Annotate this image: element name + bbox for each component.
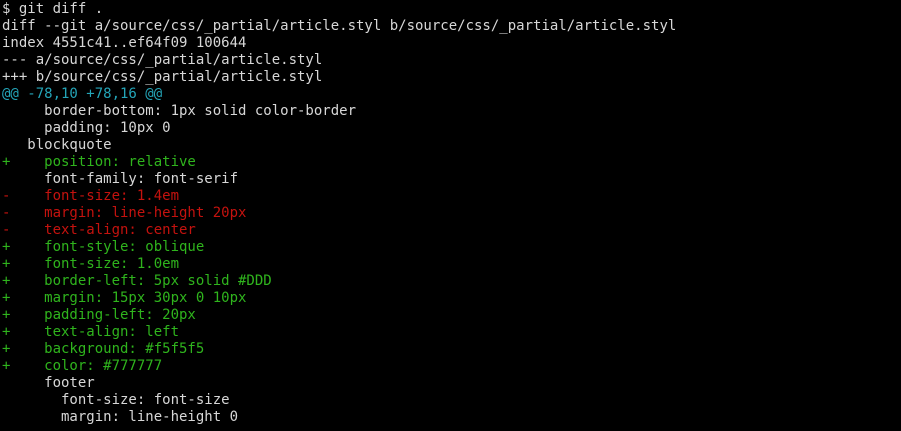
diff-context-line: padding: 10px 0 [2,120,171,136]
diff-added-line: + font-size: 1.0em [2,256,180,272]
diff-added-line: + border-left: 5px solid #DDD [2,273,272,289]
diff-added-line: + color: #777777 [2,358,163,374]
diff-context-line: footer [2,375,95,391]
diff-new-file-line: +++ b/source/css/_partial/article.styl [2,69,323,85]
diff-added-line: + font-style: oblique [2,239,205,255]
diff-context-line: border-bottom: 1px solid color-border [2,103,357,119]
terminal-window[interactable]: $ git diff . diff --git a/source/css/_pa… [0,0,901,431]
diff-added-line: + background: #f5f5f5 [2,341,205,357]
diff-context-line: font-family: font-serif [2,171,239,187]
diff-header-line: diff --git a/source/css/_partial/article… [2,18,677,34]
diff-removed-line: - margin: line-height 20px [2,205,247,221]
diff-context-line: blockquote [2,137,112,153]
diff-hunk-header: @@ -78,10 +78,16 @@ [2,86,163,102]
command-line: $ git diff . [2,1,104,17]
diff-removed-line: - text-align: center [2,222,196,238]
diff-added-line: + padding-left: 20px [2,307,196,323]
diff-added-line: + text-align: left [2,324,180,340]
diff-added-line: + margin: 15px 30px 0 10px [2,290,247,306]
diff-old-file-line: --- a/source/css/_partial/article.styl [2,52,323,68]
diff-added-line: + position: relative [2,154,196,170]
terminal-output: $ git diff . diff --git a/source/css/_pa… [2,1,901,426]
diff-removed-line: - font-size: 1.4em [2,188,180,204]
diff-index-line: index 4551c41..ef64f09 100644 [2,35,247,51]
diff-context-line: margin: line-height 0 [2,409,239,425]
diff-context-line: font-size: font-size [2,392,230,408]
